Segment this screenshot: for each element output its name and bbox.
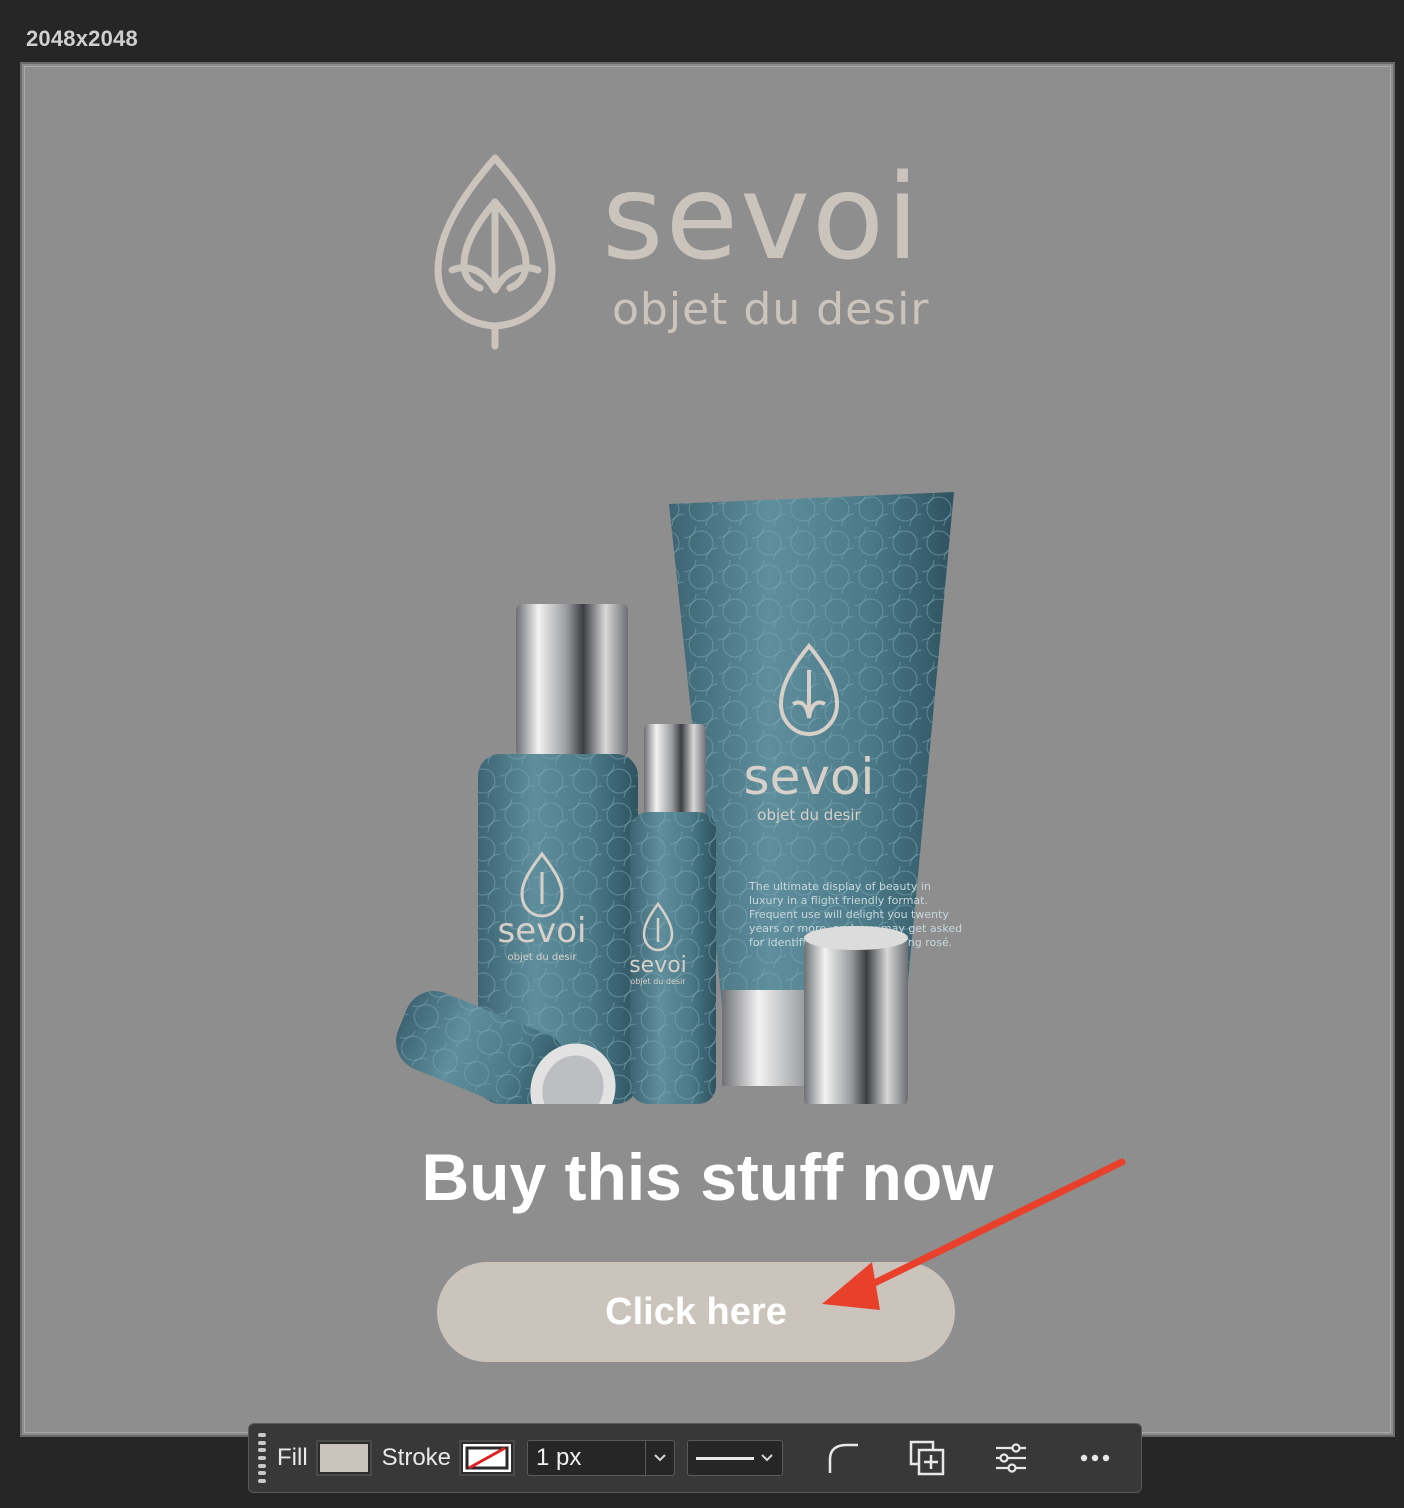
cta-label: Click here: [605, 1290, 787, 1333]
contextual-toolbar: Fill Stroke 1 px: [248, 1423, 1142, 1493]
spray-bottle: sevoi objet du desir: [629, 724, 716, 1104]
svg-text:luxury in a flight friendly fo: luxury in a flight friendly format.: [749, 894, 928, 907]
headline: Buy this stuff now: [421, 1140, 994, 1214]
canvas-workspace: 2048x2048 sevoi objet du desir sevoi obj…: [0, 0, 1404, 1508]
svg-text:objet du desir: objet du desir: [630, 977, 686, 986]
svg-text:sevoi: sevoi: [497, 911, 586, 951]
svg-text:sevoi: sevoi: [744, 748, 875, 806]
brand-name: sevoi: [602, 148, 921, 286]
stroke-style-select[interactable]: [687, 1440, 784, 1476]
chevron-down-icon[interactable]: [645, 1441, 674, 1475]
adjust-sliders-icon[interactable]: [991, 1438, 1031, 1478]
fill-label: Fill: [277, 1444, 308, 1471]
svg-text:objet du desir: objet du desir: [508, 952, 578, 963]
svg-text:sevoi: sevoi: [629, 953, 687, 978]
product-image[interactable]: sevoi objet du desir The ultimate displa…: [364, 424, 964, 1104]
stroke-swatch[interactable]: [459, 1440, 516, 1476]
solid-line-icon: [696, 1456, 755, 1460]
svg-text:objet du desir: objet du desir: [757, 806, 861, 824]
brand-leaf-logo: [434, 154, 556, 350]
stroke-label: Stroke: [381, 1444, 452, 1471]
drag-handle-icon[interactable]: [257, 1433, 267, 1483]
brand-tagline: objet du desir: [612, 284, 930, 335]
more-options-icon[interactable]: [1075, 1438, 1115, 1478]
stroke-width-select[interactable]: 1 px: [527, 1440, 676, 1476]
document-size-label: 2048x2048: [26, 26, 138, 51]
corner-radius-icon[interactable]: [823, 1438, 863, 1478]
add-shape-icon[interactable]: [907, 1438, 947, 1478]
svg-text:Frequent use will delight you: Frequent use will delight you twenty: [749, 908, 949, 921]
stroke-width-value: 1 px: [536, 1444, 582, 1471]
click-here-button[interactable]: Click here: [437, 1262, 955, 1362]
no-stroke-icon: [463, 1444, 512, 1472]
chevron-down-icon: [761, 1454, 773, 1462]
svg-text:The ultimate display of beauty: The ultimate display of beauty in: [748, 880, 931, 893]
artboard[interactable]: sevoi objet du desir sevoi objet du desi…: [24, 66, 1391, 1433]
fill-swatch[interactable]: [315, 1440, 372, 1476]
fill-color-chip: [319, 1444, 368, 1472]
